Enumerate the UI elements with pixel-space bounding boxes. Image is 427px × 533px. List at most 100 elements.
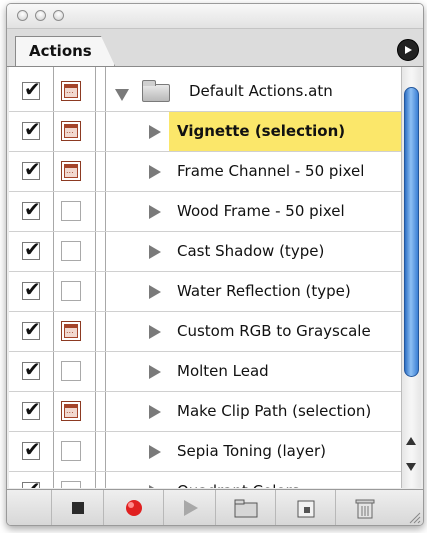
new-set-button[interactable] [215, 490, 275, 525]
disclosure-triangle-icon[interactable] [149, 125, 161, 139]
action-name: Frame Channel - 50 pixel [177, 162, 365, 180]
zoom-window-button[interactable] [53, 10, 64, 21]
new-action-button[interactable] [275, 490, 335, 525]
checkmark-icon: ✔ [24, 77, 41, 101]
checkmark-icon: ✔ [24, 437, 41, 461]
disclosure-triangle-icon[interactable] [149, 285, 161, 299]
actions-toolbar [7, 489, 423, 525]
folder-icon [234, 499, 258, 518]
action-row[interactable]: ✔ Custom RGB to Grayscale [9, 312, 401, 352]
record-icon [126, 500, 142, 516]
disclosure-triangle-icon[interactable] [149, 245, 161, 259]
toggle-dialog-button[interactable] [61, 241, 81, 261]
record-button[interactable] [103, 490, 163, 525]
action-set-row[interactable]: ✔ Default Actions.atn [9, 72, 401, 112]
checkmark-icon: ✔ [24, 397, 41, 421]
toggle-item-checkbox[interactable]: ✔ [22, 317, 41, 341]
panel-menu-arrow-icon [405, 46, 412, 54]
toggle-dialog-button[interactable] [61, 81, 81, 101]
expand-triangle-icon[interactable] [115, 89, 129, 101]
toggle-item-checkbox[interactable]: ✔ [22, 117, 41, 141]
action-set-name: Default Actions.atn [189, 82, 333, 100]
toggle-dialog-button[interactable] [61, 281, 81, 301]
disclosure-triangle-icon[interactable] [149, 205, 161, 219]
checkmark-icon: ✔ [24, 479, 41, 488]
play-icon [184, 500, 198, 516]
toggle-item-checkbox[interactable]: ✔ [22, 237, 41, 261]
action-row[interactable]: ✔ Frame Channel - 50 pixel [9, 152, 401, 192]
actions-panel-window: Actions ✔ Default Actions.atn ✔ Vignette (s… [6, 3, 424, 526]
toggle-dialog-button[interactable] [61, 441, 81, 461]
action-name: Molten Lead [177, 362, 269, 380]
action-row[interactable]: ✔ Cast Shadow (type) [9, 232, 401, 272]
toggle-dialog-button[interactable] [61, 201, 81, 221]
close-window-button[interactable] [17, 10, 28, 21]
checkmark-icon: ✔ [24, 357, 41, 381]
action-row[interactable]: ✔ Make Clip Path (selection) [9, 392, 401, 432]
action-name: Quadrant Colors [177, 482, 300, 488]
panel-tab-bar: Actions [7, 29, 423, 67]
trash-icon [355, 499, 375, 519]
action-row[interactable]: ✔ Water Reflection (type) [9, 272, 401, 312]
toggle-item-checkbox[interactable]: ✔ [22, 437, 41, 461]
action-name: Sepia Toning (layer) [177, 442, 326, 460]
action-name: Vignette (selection) [177, 122, 346, 140]
action-name: Custom RGB to Grayscale [177, 322, 371, 340]
toggle-dialog-button[interactable] [61, 321, 81, 341]
action-name: Wood Frame - 50 pixel [177, 202, 345, 220]
stop-button[interactable] [51, 490, 103, 525]
disclosure-triangle-icon[interactable] [149, 365, 161, 379]
toggle-item-checkbox[interactable]: ✔ [22, 357, 41, 381]
delete-button[interactable] [335, 490, 393, 525]
play-button[interactable] [163, 490, 215, 525]
scroll-down-arrow-icon[interactable] [406, 463, 416, 471]
action-row[interactable]: ✔ Molten Lead [9, 352, 401, 392]
action-name: Water Reflection (type) [177, 282, 351, 300]
action-row[interactable]: ✔ Vignette (selection) [9, 112, 401, 152]
minimize-window-button[interactable] [35, 10, 46, 21]
dialog-icon [64, 324, 78, 338]
toggle-item-checkbox[interactable]: ✔ [22, 197, 41, 221]
toggle-item-checkbox[interactable]: ✔ [22, 277, 41, 301]
new-action-icon [297, 500, 315, 518]
resize-grip-icon[interactable] [407, 510, 421, 524]
checkmark-icon: ✔ [24, 317, 41, 341]
action-row[interactable]: ✔ Quadrant Colors [9, 472, 401, 488]
checkmark-icon: ✔ [24, 117, 41, 141]
action-name: Make Clip Path (selection) [177, 402, 372, 420]
title-bar[interactable] [7, 4, 423, 29]
vertical-scrollbar[interactable] [401, 67, 421, 488]
action-name: Cast Shadow (type) [177, 242, 325, 260]
folder-icon [142, 80, 170, 102]
action-row[interactable]: ✔ Wood Frame - 50 pixel [9, 192, 401, 232]
toggle-item-checkbox[interactable]: ✔ [22, 157, 41, 181]
dialog-icon [64, 124, 78, 138]
dialog-icon [64, 164, 78, 178]
disclosure-triangle-icon[interactable] [149, 165, 161, 179]
toggle-item-checkbox[interactable]: ✔ [22, 479, 41, 488]
toggle-item-checkbox[interactable]: ✔ [22, 397, 41, 421]
disclosure-triangle-icon[interactable] [149, 405, 161, 419]
toggle-dialog-button[interactable] [61, 401, 81, 421]
panel-menu-button[interactable] [397, 39, 419, 61]
action-row[interactable]: ✔ Sepia Toning (layer) [9, 432, 401, 472]
scroll-thumb[interactable] [404, 87, 419, 377]
disclosure-triangle-icon[interactable] [149, 325, 161, 339]
checkmark-icon: ✔ [24, 277, 41, 301]
toggle-item-checkbox[interactable]: ✔ [22, 77, 41, 101]
toggle-dialog-button[interactable] [61, 121, 81, 141]
toggle-dialog-button[interactable] [61, 161, 81, 181]
toggle-dialog-button[interactable] [61, 361, 81, 381]
toggle-dialog-button[interactable] [61, 481, 81, 488]
actions-list: ✔ Default Actions.atn ✔ Vignette (selection… [9, 67, 401, 488]
tab-actions-label: Actions [29, 42, 92, 60]
scroll-up-arrow-icon[interactable] [406, 437, 416, 445]
dialog-icon [64, 84, 78, 98]
disclosure-triangle-icon[interactable] [149, 445, 161, 459]
stop-icon [72, 502, 84, 514]
dialog-icon [64, 404, 78, 418]
checkmark-icon: ✔ [24, 237, 41, 261]
disclosure-triangle-icon[interactable] [149, 485, 161, 488]
checkmark-icon: ✔ [24, 157, 41, 181]
checkmark-icon: ✔ [24, 197, 41, 221]
